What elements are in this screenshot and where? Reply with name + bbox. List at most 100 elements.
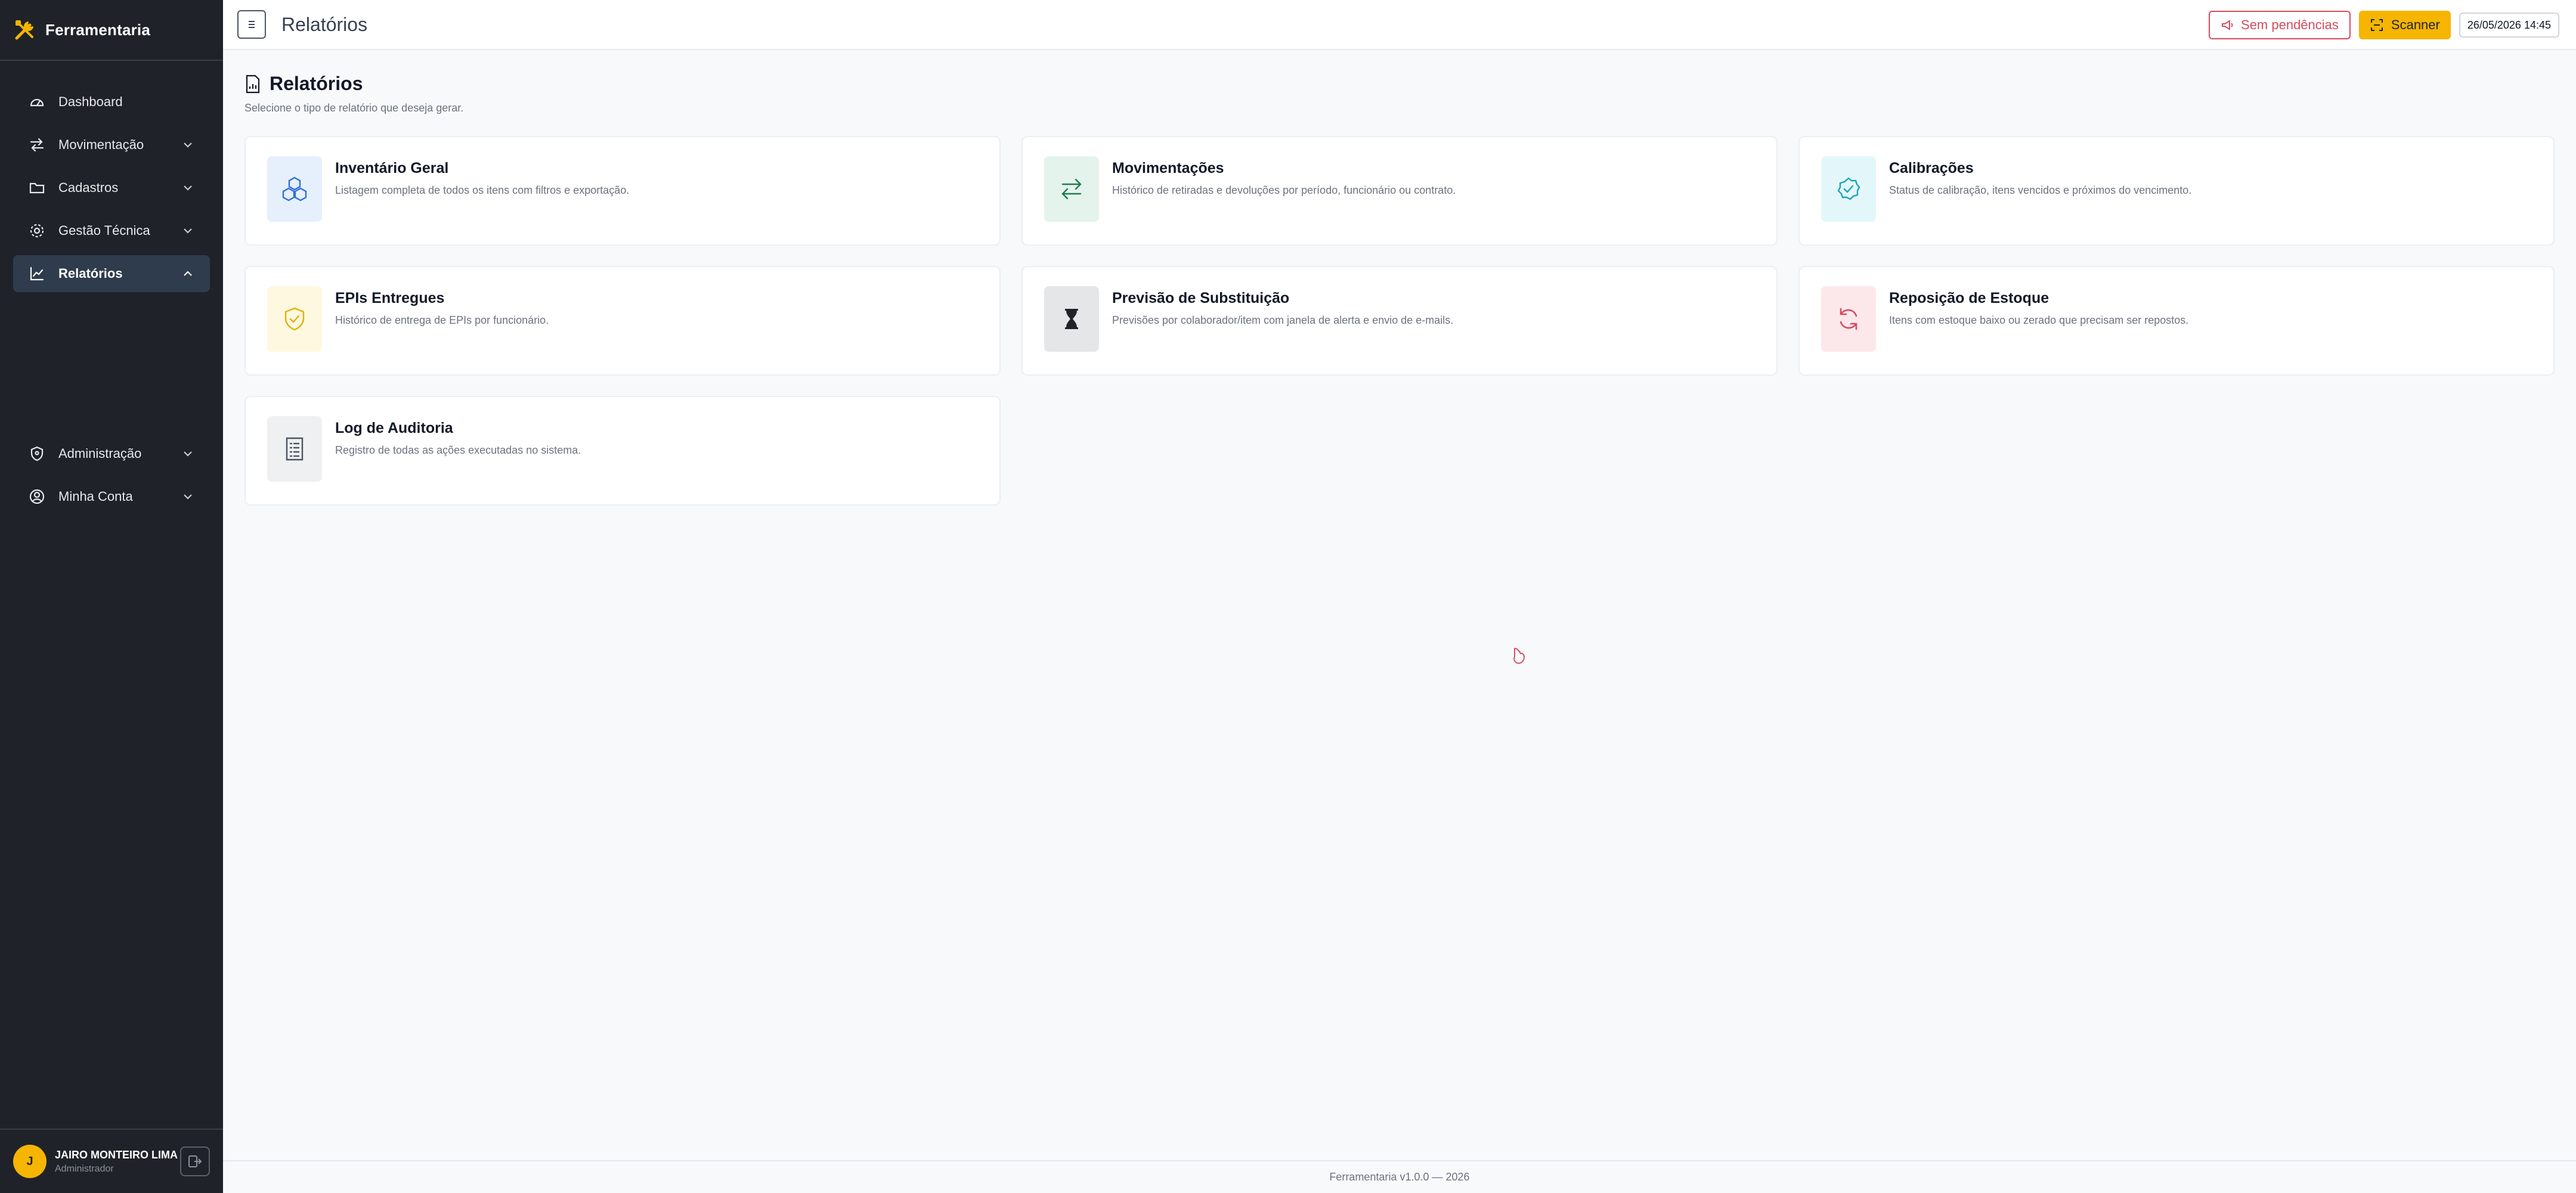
- cubes-icon: [282, 176, 307, 202]
- logout-icon: [188, 1155, 202, 1167]
- report-card-calibracoes[interactable]: Calibrações Status de calibração, itens …: [1798, 136, 2555, 246]
- page-header: Relatórios Selecione o tipo de relatório…: [244, 73, 463, 114]
- pending-label: Sem pendências: [2241, 17, 2339, 32]
- sidebar-item-relatorios[interactable]: Relatórios: [13, 255, 210, 292]
- card-title: Movimentações: [1112, 160, 1224, 176]
- sidebar-item-gestao-tecnica[interactable]: Gestão Técnica: [13, 212, 210, 249]
- top-header: Relatórios Sem pendências Scanner 26/05/…: [223, 0, 2576, 50]
- report-card-log-auditoria[interactable]: Log de Auditoria Registro de todas as aç…: [244, 396, 1001, 506]
- shield-check-icon: [284, 307, 305, 331]
- card-description: Itens com estoque baixo ou zerado que pr…: [1889, 314, 2189, 326]
- pending-button[interactable]: Sem pendências: [2209, 11, 2351, 39]
- hourglass-icon: [1065, 309, 1078, 329]
- shield-icon: [30, 446, 44, 461]
- app-name: Ferramentaria: [45, 20, 151, 39]
- sidebar-item-label: Minha Conta: [58, 489, 133, 504]
- report-card-movimentacoes[interactable]: Movimentações Histórico de retiradas e d…: [1021, 136, 1778, 246]
- sidebar: Ferramentaria Dashboard Movimentação Cad…: [0, 0, 223, 1193]
- report-cards-grid: Inventário Geral Listagem completa de to…: [244, 136, 2555, 506]
- card-title: Previsão de Substituição: [1112, 290, 1290, 306]
- card-title: Log de Auditoria: [335, 420, 453, 436]
- badge-check-icon: [1837, 177, 1860, 200]
- page-subtitle: Selecione o tipo de relatório que deseja…: [244, 102, 464, 114]
- hamburger-icon: [249, 21, 255, 28]
- sidebar-item-label: Dashboard: [58, 94, 123, 109]
- card-description: Registro de todas as ações executadas no…: [335, 444, 581, 456]
- card-description: Histórico de retiradas e devoluções por …: [1112, 184, 1456, 196]
- tools-logo-icon: [15, 20, 33, 40]
- card-icon-box: [1821, 156, 1876, 222]
- brand[interactable]: Ferramentaria: [0, 0, 223, 61]
- sidebar-nav: Dashboard Movimentação Cadastros Gestão …: [0, 61, 223, 515]
- sidebar-item-label: Cadastros: [58, 180, 119, 195]
- chevron-down-icon: [184, 228, 192, 234]
- header-title: Relatórios: [281, 13, 368, 35]
- sidebar-item-administracao[interactable]: Administração: [13, 435, 210, 472]
- arrows-icon: [30, 138, 44, 152]
- card-description: Histórico de entrega de EPIs por funcion…: [335, 314, 549, 326]
- card-title: Reposição de Estoque: [1889, 290, 2049, 306]
- card-icon-box: [267, 156, 322, 222]
- chevron-down-icon: [184, 185, 192, 191]
- card-body: EPIs Entregues Histórico de entrega de E…: [335, 286, 549, 327]
- card-description: Listagem completa de todos os itens com …: [335, 184, 630, 196]
- card-icon-box: [1044, 156, 1099, 222]
- sidebar-item-minha-conta[interactable]: Minha Conta: [13, 478, 210, 515]
- scanner-label: Scanner: [2391, 17, 2440, 32]
- footer: Ferramentaria v1.0.0 — 2026: [223, 1160, 2576, 1193]
- chevron-down-icon: [184, 142, 192, 148]
- menu-toggle-button[interactable]: [237, 10, 266, 39]
- chevron-down-icon: [184, 494, 192, 500]
- card-body: Movimentações Histórico de retiradas e d…: [1112, 156, 1456, 197]
- card-title: Calibrações: [1889, 160, 1974, 176]
- sidebar-item-dashboard[interactable]: Dashboard: [13, 83, 210, 120]
- user-panel: J JAIRO MONTEIRO LIMA Administrador: [0, 1129, 223, 1193]
- card-icon-box: [267, 286, 322, 352]
- folder-icon: [29, 182, 45, 194]
- page-title-text: Relatórios: [270, 73, 363, 94]
- sidebar-item-label: Administração: [58, 446, 142, 461]
- scanner-button[interactable]: Scanner: [2358, 11, 2451, 39]
- report-card-epis-entregues[interactable]: EPIs Entregues Histórico de entrega de E…: [244, 266, 1001, 376]
- card-description: Status de calibração, itens vencidos e p…: [1889, 184, 2192, 196]
- user-name: JAIRO MONTEIRO LIMA: [55, 1148, 178, 1161]
- chart-icon: [30, 267, 44, 281]
- card-body: Inventário Geral Listagem completa de to…: [335, 156, 629, 197]
- card-icon-box: [267, 416, 322, 482]
- datetime-display: 26/05/2026 14:45: [2459, 13, 2559, 38]
- sidebar-item-label: Gestão Técnica: [58, 223, 150, 238]
- logout-button[interactable]: [180, 1146, 210, 1176]
- user-role: Administrador: [55, 1163, 114, 1174]
- gear-icon: [30, 224, 44, 238]
- sidebar-item-label: Relatórios: [58, 266, 123, 281]
- sidebar-item-movimentacao[interactable]: Movimentação: [13, 126, 210, 163]
- card-icon-box: [1044, 286, 1099, 352]
- report-file-icon: [246, 75, 260, 93]
- card-body: Reposição de Estoque Itens com estoque b…: [1889, 286, 2188, 327]
- dashboard-icon: [30, 98, 44, 107]
- page-title: Relatórios: [244, 73, 463, 95]
- scanner-icon: [2370, 19, 2383, 31]
- user-circle-icon: [29, 489, 45, 504]
- card-body: Calibrações Status de calibração, itens …: [1889, 156, 2191, 197]
- report-card-reposicao-estoque[interactable]: Reposição de Estoque Itens com estoque b…: [1798, 266, 2555, 376]
- sidebar-item-label: Movimentação: [58, 137, 144, 152]
- card-title: Inventário Geral: [335, 160, 449, 176]
- chevron-up-icon: [184, 271, 192, 276]
- header-actions: Sem pendências Scanner 26/05/2026 14:45: [2209, 11, 2559, 39]
- card-title: EPIs Entregues: [335, 290, 445, 306]
- document-list-icon: [286, 437, 304, 461]
- card-description: Previsões por colaborador/item com janel…: [1112, 314, 1454, 326]
- mouse-cursor-icon: [1513, 647, 1525, 664]
- avatar: J: [13, 1145, 47, 1178]
- report-card-previsao-substituicao[interactable]: Previsão de Substituição Previsões por c…: [1021, 266, 1778, 376]
- footer-text: Ferramentaria v1.0.0 — 2026: [1329, 1171, 1470, 1183]
- report-card-inventario-geral[interactable]: Inventário Geral Listagem completa de to…: [244, 136, 1001, 246]
- chevron-down-icon: [184, 451, 192, 457]
- user-info: JAIRO MONTEIRO LIMA Administrador: [55, 1149, 178, 1175]
- megaphone-icon: [2222, 20, 2233, 30]
- refresh-icon: [1840, 308, 1857, 330]
- card-body: Previsão de Substituição Previsões por c…: [1112, 286, 1453, 327]
- card-body: Log de Auditoria Registro de todas as aç…: [335, 416, 581, 457]
- sidebar-item-cadastros[interactable]: Cadastros: [13, 169, 210, 206]
